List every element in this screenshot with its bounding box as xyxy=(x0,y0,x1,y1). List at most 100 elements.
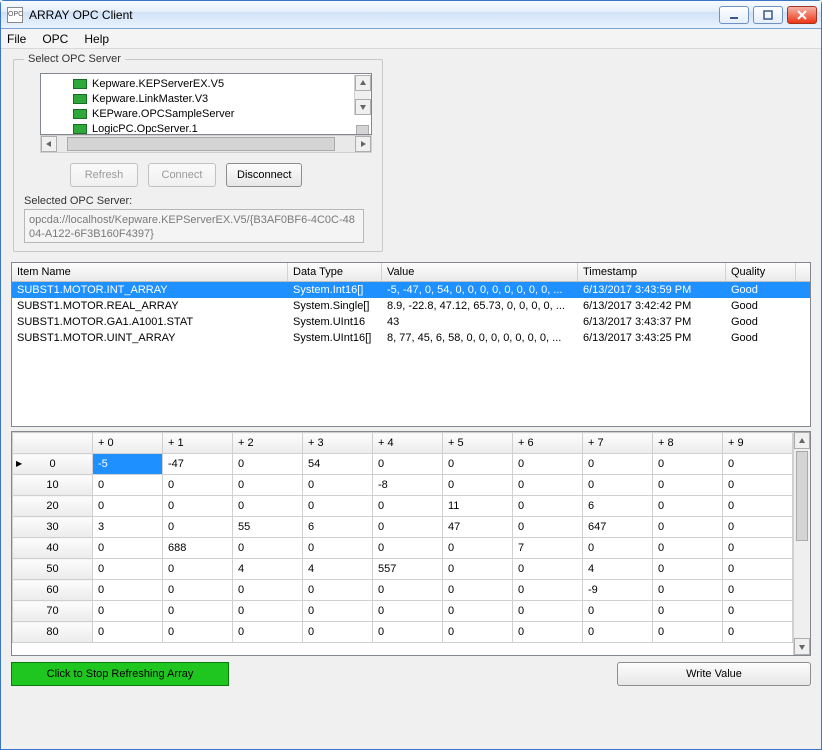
array-cell[interactable]: -8 xyxy=(373,475,443,496)
array-col-header[interactable]: + 8 xyxy=(653,433,723,454)
array-cell[interactable]: 0 xyxy=(233,496,303,517)
array-row[interactable]: 0-5-47054000000 xyxy=(13,454,793,475)
array-cell[interactable]: 0 xyxy=(653,559,723,580)
array-cell[interactable]: 0 xyxy=(513,454,583,475)
array-cell[interactable]: 0 xyxy=(443,475,513,496)
tree-item[interactable]: LogicPC.OpcServer.1 xyxy=(73,121,371,135)
opc-server-tree[interactable]: Kepware.KEPServerEX.V5Kepware.LinkMaster… xyxy=(40,73,372,135)
array-cell[interactable]: 0 xyxy=(723,622,793,643)
array-cell[interactable]: 3 xyxy=(93,517,163,538)
array-cell[interactable]: 0 xyxy=(93,580,163,601)
scroll-up-icon[interactable] xyxy=(794,432,810,449)
array-row-header[interactable]: 60 xyxy=(13,580,93,601)
array-row-header[interactable]: 20 xyxy=(13,496,93,517)
array-col-header[interactable]: + 2 xyxy=(233,433,303,454)
array-col-header[interactable]: + 0 xyxy=(93,433,163,454)
array-grid[interactable]: + 0+ 1+ 2+ 3+ 4+ 5+ 6+ 7+ 8+ 9 0-5-47054… xyxy=(11,431,811,656)
array-cell[interactable]: 0 xyxy=(723,496,793,517)
array-cell[interactable]: 0 xyxy=(583,601,653,622)
array-cell[interactable]: -5 xyxy=(93,454,163,475)
array-col-header[interactable]: + 3 xyxy=(303,433,373,454)
array-cell[interactable]: 0 xyxy=(373,454,443,475)
col-item-name[interactable]: Item Name xyxy=(12,263,288,281)
array-cell[interactable]: 0 xyxy=(303,622,373,643)
maximize-button[interactable] xyxy=(753,6,783,24)
array-col-header[interactable]: + 5 xyxy=(443,433,513,454)
array-row-header[interactable]: 70 xyxy=(13,601,93,622)
array-cell[interactable]: 0 xyxy=(303,538,373,559)
array-cell[interactable]: 0 xyxy=(513,622,583,643)
array-row-header[interactable]: 40 xyxy=(13,538,93,559)
array-cell[interactable]: 7 xyxy=(513,538,583,559)
item-row[interactable]: SUBST1.MOTOR.UINT_ARRAYSystem.UInt16[]8,… xyxy=(12,330,810,346)
tree-item[interactable]: Kepware.KEPServerEX.V5 xyxy=(73,76,371,91)
col-data-type[interactable]: Data Type xyxy=(288,263,382,281)
array-cell[interactable]: -47 xyxy=(163,454,233,475)
array-cell[interactable]: 0 xyxy=(373,622,443,643)
array-row[interactable]: 2000000110600 xyxy=(13,496,793,517)
array-cell[interactable]: 0 xyxy=(653,601,723,622)
array-row[interactable]: 40068800007000 xyxy=(13,538,793,559)
array-col-header[interactable]: + 4 xyxy=(373,433,443,454)
array-cell[interactable]: 0 xyxy=(373,601,443,622)
array-cell[interactable]: 0 xyxy=(653,622,723,643)
array-cell[interactable]: 0 xyxy=(163,496,233,517)
array-cell[interactable]: 0 xyxy=(233,580,303,601)
menu-opc[interactable]: OPC xyxy=(42,32,68,46)
scroll-right-icon[interactable] xyxy=(355,136,371,152)
array-cell[interactable]: 688 xyxy=(163,538,233,559)
array-cell[interactable]: 0 xyxy=(163,559,233,580)
array-cell[interactable]: 0 xyxy=(723,538,793,559)
array-cell[interactable]: 0 xyxy=(303,601,373,622)
minimize-button[interactable] xyxy=(719,6,749,24)
disconnect-button[interactable]: Disconnect xyxy=(226,163,302,187)
array-cell[interactable]: 0 xyxy=(93,601,163,622)
array-cell[interactable]: 0 xyxy=(513,559,583,580)
array-cell[interactable]: 0 xyxy=(443,559,513,580)
array-cell[interactable]: 0 xyxy=(373,496,443,517)
array-cell[interactable]: 0 xyxy=(443,601,513,622)
array-cell[interactable]: 0 xyxy=(163,622,233,643)
array-row-header[interactable]: 10 xyxy=(13,475,93,496)
tree-horizontal-scrollbar[interactable] xyxy=(40,135,372,153)
array-cell[interactable]: 0 xyxy=(653,538,723,559)
scroll-left-icon[interactable] xyxy=(41,136,57,152)
array-cell[interactable]: 0 xyxy=(653,496,723,517)
array-cell[interactable]: 0 xyxy=(443,454,513,475)
array-cell[interactable]: 0 xyxy=(93,538,163,559)
array-row-header[interactable]: 30 xyxy=(13,517,93,538)
array-col-header[interactable]: + 6 xyxy=(513,433,583,454)
scroll-down-icon[interactable] xyxy=(794,638,810,655)
array-row[interactable]: 700000000000 xyxy=(13,601,793,622)
menu-help[interactable]: Help xyxy=(84,32,109,46)
array-cell[interactable]: 0 xyxy=(163,601,233,622)
array-row[interactable]: 3030556047064700 xyxy=(13,517,793,538)
array-col-header[interactable]: + 7 xyxy=(583,433,653,454)
array-cell[interactable]: 4 xyxy=(233,559,303,580)
array-row-header[interactable]: 80 xyxy=(13,622,93,643)
array-cell[interactable]: 0 xyxy=(93,475,163,496)
toggle-refresh-array-button[interactable]: Click to Stop Refreshing Array xyxy=(11,662,229,686)
array-cell[interactable]: 0 xyxy=(93,559,163,580)
array-cell[interactable]: 0 xyxy=(723,454,793,475)
array-cell[interactable]: 0 xyxy=(303,580,373,601)
col-quality[interactable]: Quality xyxy=(726,263,796,281)
array-cell[interactable]: 557 xyxy=(373,559,443,580)
array-cell[interactable]: 4 xyxy=(583,559,653,580)
tree-item[interactable]: KEPware.OPCSampleServer xyxy=(73,106,371,121)
array-cell[interactable]: 0 xyxy=(653,517,723,538)
array-row[interactable]: 800000000000 xyxy=(13,622,793,643)
array-cell[interactable]: 0 xyxy=(723,580,793,601)
array-cell[interactable]: 0 xyxy=(93,622,163,643)
array-cell[interactable]: 0 xyxy=(163,517,233,538)
array-cell[interactable]: 4 xyxy=(303,559,373,580)
scroll-down-icon[interactable] xyxy=(355,99,371,115)
array-cell[interactable]: 0 xyxy=(583,622,653,643)
array-cell[interactable]: 0 xyxy=(513,517,583,538)
array-cell[interactable]: 0 xyxy=(583,538,653,559)
col-timestamp[interactable]: Timestamp xyxy=(578,263,726,281)
array-vertical-scrollbar[interactable] xyxy=(793,432,810,655)
array-cell[interactable]: 0 xyxy=(163,475,233,496)
array-cell[interactable]: 0 xyxy=(443,538,513,559)
item-row[interactable]: SUBST1.MOTOR.REAL_ARRAYSystem.Single[]8.… xyxy=(12,298,810,314)
